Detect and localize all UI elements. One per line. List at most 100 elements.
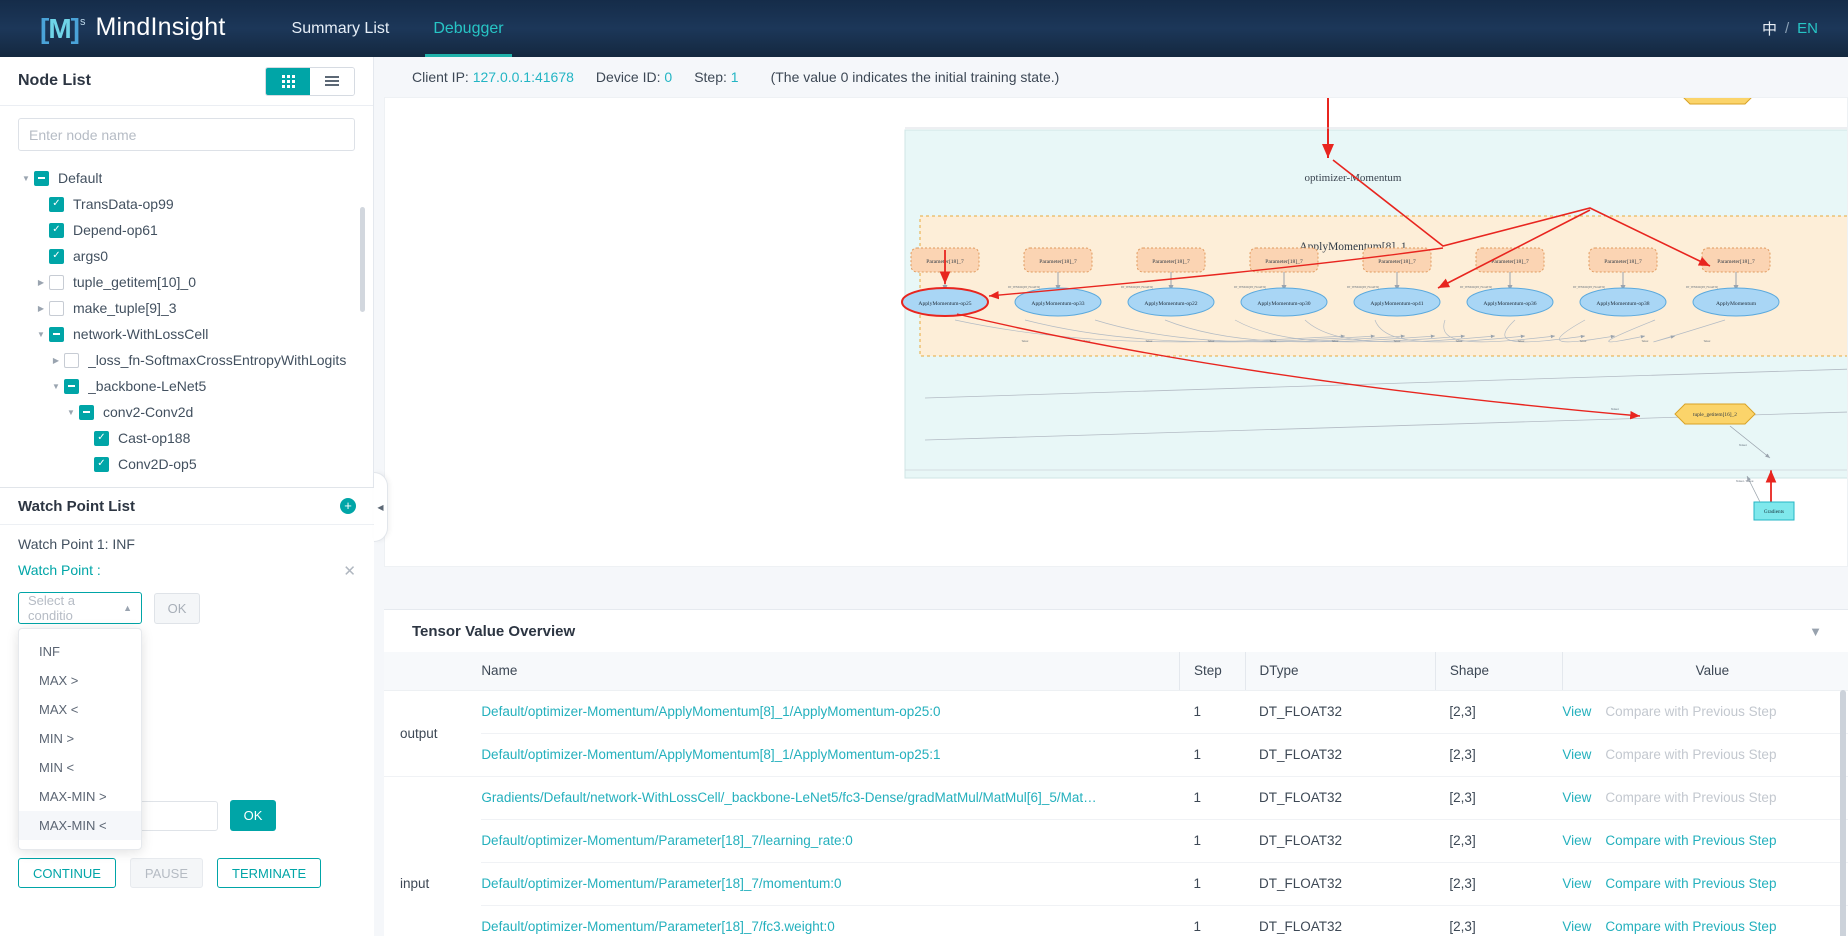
tensor-table-scrollbar[interactable]	[1840, 690, 1846, 936]
computation-graph-canvas[interactable]: optimizer-MomentumApplyMomentum[8]_1DT_T…	[384, 97, 1848, 567]
condition-option[interactable]: INF	[19, 637, 141, 666]
tree-node-checkbox[interactable]: ✓	[49, 223, 64, 238]
chevron-down-icon[interactable]: ▼	[18, 174, 34, 183]
tree-node-checkbox[interactable]: ✓	[94, 457, 109, 472]
tree-node-row[interactable]: ▶make_tuple[9]_3	[18, 295, 374, 321]
condition-option-list: INFMAX >MAX <MIN >MIN <MAX-MIN >MAX-MIN …	[19, 629, 141, 850]
view-mode-toggle	[265, 67, 355, 96]
tree-node-checkbox[interactable]: ✓	[49, 197, 64, 212]
condition-option[interactable]: MAX-MIN >	[19, 782, 141, 811]
chevron-left-icon: ◀	[377, 503, 383, 512]
compare-with-previous-step-link[interactable]: Compare with Previous Step	[1605, 876, 1776, 891]
condition-select[interactable]: Select a conditio ▲	[18, 592, 142, 624]
terminate-button[interactable]: TERMINATE	[217, 858, 321, 888]
tree-node-label: network-WithLossCell	[73, 326, 208, 342]
tree-node-row[interactable]: ▶✓Cast-op188	[18, 425, 374, 451]
compare-with-previous-step-link[interactable]: Compare with Previous Step	[1605, 833, 1776, 848]
graph-node-partial[interactable]	[1680, 98, 1755, 104]
tensor-name-link[interactable]: Default/optimizer-Momentum/Parameter[18]…	[481, 919, 1179, 934]
tree-node-row[interactable]: ▶_loss_fn-SoftmaxCrossEntropyWithLogits	[18, 347, 374, 373]
plus-icon[interactable]: +	[340, 498, 356, 514]
tree-node-checkbox[interactable]: ✓	[49, 249, 64, 264]
continue-button[interactable]: CONTINUE	[18, 858, 116, 888]
sidebar-collapse-handle[interactable]: ◀	[374, 472, 388, 542]
chevron-right-icon[interactable]: ▶	[48, 356, 64, 365]
view-link[interactable]: View	[1562, 790, 1591, 805]
compare-with-previous-step-link[interactable]: Compare with Previous Step	[1605, 919, 1776, 934]
tensor-name-link[interactable]: Default/optimizer-Momentum/ApplyMomentum…	[481, 704, 1179, 719]
watch-point-editor-label: Watch Point :	[18, 562, 101, 578]
node-search-input[interactable]	[18, 118, 355, 151]
view-link[interactable]: View	[1562, 704, 1591, 719]
graph-node-parameter-label: Parameter[18]_7	[1039, 259, 1077, 265]
chevron-down-icon[interactable]: ▼	[63, 408, 79, 417]
language-separator: /	[1785, 20, 1789, 37]
tree-node-checkbox[interactable]	[49, 301, 64, 316]
grid-view-button[interactable]	[266, 68, 310, 95]
tree-node-row[interactable]: ▶tuple_getitem[10]_0	[18, 269, 374, 295]
node-tree-scrollbar[interactable]	[360, 207, 365, 312]
tree-node-row[interactable]: ▶✓Depend-op61	[18, 217, 374, 243]
condition-option[interactable]: MEAN >	[19, 840, 141, 850]
view-link[interactable]: View	[1562, 833, 1591, 848]
tensor-table: Name Step DType Shape Value outputDefaul…	[384, 652, 1848, 936]
tree-node-checkbox[interactable]	[79, 405, 94, 420]
tree-node-row[interactable]: ▼conv2-Conv2d	[18, 399, 374, 425]
tree-node-checkbox[interactable]	[49, 327, 64, 342]
chevron-down-icon[interactable]: ▼	[48, 382, 64, 391]
tensor-name-link[interactable]: Default/optimizer-Momentum/Parameter[18]…	[481, 833, 1179, 848]
chevron-right-icon[interactable]: ▶	[33, 278, 49, 287]
condition-option[interactable]: MAX <	[19, 695, 141, 724]
tree-node-checkbox[interactable]	[64, 353, 79, 368]
device-id-field: Device ID: 0	[596, 69, 672, 85]
col-header-group	[384, 652, 481, 690]
view-link[interactable]: View	[1562, 747, 1591, 762]
tree-node-row[interactable]: ▶✓TransData-op99	[18, 191, 374, 217]
condition-option[interactable]: MIN <	[19, 753, 141, 782]
condition-option[interactable]: MAX >	[19, 666, 141, 695]
view-link[interactable]: View	[1562, 876, 1591, 891]
tensor-name-link[interactable]: Default/optimizer-Momentum/ApplyMomentum…	[481, 747, 1179, 762]
tensor-name-link[interactable]: Default/optimizer-Momentum/Parameter[18]…	[481, 876, 1179, 891]
device-id-label: Device ID:	[596, 69, 661, 85]
tree-node-row[interactable]: ▶✓Conv2D-op5	[18, 451, 374, 477]
chevron-down-icon[interactable]: ▼	[33, 330, 49, 339]
graph-node-parameter-label: Parameter[18]_7	[1491, 259, 1529, 265]
graph-node-gradients-label: Gradients	[1764, 509, 1784, 515]
watch-point-ok-button[interactable]: OK	[230, 800, 276, 831]
edge-dtype-label: DT_TENSOR[DT_FLOAT32]	[1008, 286, 1040, 289]
tensor-name-link[interactable]: Gradients/Default/network-WithLossCell/_…	[481, 790, 1179, 805]
condition-ok-button[interactable]: OK	[154, 593, 200, 624]
tree-node-checkbox[interactable]	[49, 275, 64, 290]
condition-option[interactable]: MIN >	[19, 724, 141, 753]
language-chinese-button[interactable]: 中	[1762, 18, 1777, 39]
tree-node-row[interactable]: ▼ network-WithLossCell	[18, 321, 374, 347]
tensor-step-cell: 1	[1179, 733, 1245, 776]
language-english-button[interactable]: EN	[1797, 20, 1818, 37]
caret-up-icon: ▲	[123, 603, 132, 613]
nav-item-debugger[interactable]: Debugger	[411, 0, 525, 57]
edge-dtype-label: DT_TENSOR[DT_FLOAT32]	[1234, 286, 1266, 289]
watch-point-item-1[interactable]: Watch Point 1: INF	[0, 525, 374, 552]
tensor-dtype-cell: DT_FLOAT32	[1245, 905, 1435, 936]
tree-node-checkbox[interactable]	[64, 379, 79, 394]
chevron-down-icon[interactable]: ▼	[1809, 624, 1822, 639]
graph-node-parameter-label: Parameter[18]_7	[1378, 259, 1416, 265]
list-view-button[interactable]	[310, 68, 354, 95]
tree-node-row[interactable]: ▶✓args0	[18, 243, 374, 269]
tree-node-row[interactable]: ▼_backbone-LeNet5	[18, 373, 374, 399]
graph-node-op-label: ApplyMomentum-op38	[1596, 301, 1649, 307]
debug-action-buttons: CONTINUE PAUSE TERMINATE	[18, 858, 321, 888]
tree-node-row[interactable]: ▼Default	[18, 165, 374, 191]
tree-node-checkbox[interactable]	[34, 171, 49, 186]
node-list-title: Node List	[18, 72, 91, 90]
condition-option[interactable]: MAX-MIN <	[19, 811, 141, 840]
app-logo[interactable]: [M] s MindInsight	[40, 15, 226, 43]
chevron-right-icon[interactable]: ▶	[33, 304, 49, 313]
nav-item-summary-list[interactable]: Summary List	[270, 0, 412, 57]
close-icon[interactable]: ✕	[343, 562, 356, 580]
tree-node-checkbox[interactable]: ✓	[94, 431, 109, 446]
edge-label: Tensor	[1739, 443, 1747, 447]
view-link[interactable]: View	[1562, 919, 1591, 934]
tensor-shape-cell: [2,3]	[1435, 862, 1562, 905]
